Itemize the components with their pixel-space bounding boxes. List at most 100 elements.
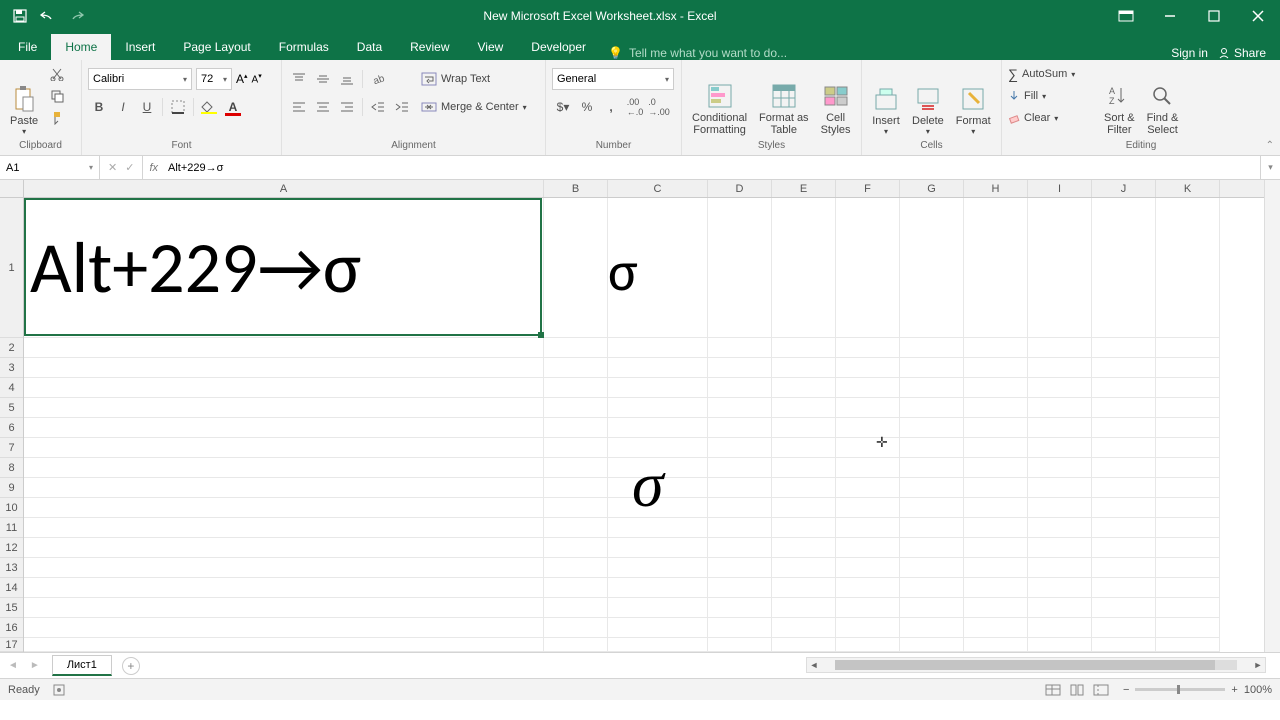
row-header-7[interactable]: 7 [0, 438, 23, 458]
cell-C1[interactable]: σ [608, 238, 638, 306]
font-name-combo[interactable]: Calibri▾ [88, 68, 192, 90]
insert-cells-button[interactable]: Insert▾ [868, 64, 904, 138]
autosum-button[interactable]: ∑AutoSum▾ [1008, 64, 1096, 84]
column-header-K[interactable]: K [1156, 180, 1220, 197]
sort-filter-button[interactable]: AZSort & Filter [1100, 64, 1139, 138]
orientation-button[interactable]: ab [367, 68, 389, 90]
decrease-decimal-button[interactable]: .0→.00 [648, 96, 670, 118]
formula-input[interactable]: Alt+229→σ [164, 156, 1260, 179]
column-header-G[interactable]: G [900, 180, 964, 197]
name-box[interactable]: A1▾ [0, 156, 100, 179]
tab-formulas[interactable]: Formulas [265, 34, 343, 60]
row-header-16[interactable]: 16 [0, 618, 23, 638]
row-header-4[interactable]: 4 [0, 378, 23, 398]
enter-icon[interactable]: ✓ [125, 161, 134, 174]
tab-developer[interactable]: Developer [517, 34, 600, 60]
row-header-10[interactable]: 10 [0, 498, 23, 518]
page-layout-view-icon[interactable] [1069, 684, 1085, 696]
tab-data[interactable]: Data [343, 34, 396, 60]
cell-C8[interactable]: σ [632, 448, 664, 522]
percent-button[interactable]: % [576, 96, 598, 118]
tab-file[interactable]: File [4, 34, 51, 60]
paste-button[interactable]: Paste▾ [6, 64, 42, 138]
tab-nav[interactable]: ◄► [8, 660, 40, 671]
row-header-3[interactable]: 3 [0, 358, 23, 378]
column-header-B[interactable]: B [544, 180, 608, 197]
currency-button[interactable]: $▾ [552, 96, 574, 118]
align-left-button[interactable] [288, 96, 310, 118]
decrease-indent-button[interactable] [367, 96, 389, 118]
column-header-D[interactable]: D [708, 180, 772, 197]
cell-styles-button[interactable]: Cell Styles [817, 64, 855, 138]
row-header-8[interactable]: 8 [0, 458, 23, 478]
ribbon-options-icon[interactable] [1104, 0, 1148, 32]
row-header-13[interactable]: 13 [0, 558, 23, 578]
macro-record-icon[interactable] [52, 683, 66, 697]
align-right-button[interactable] [336, 96, 358, 118]
sheet-tab-1[interactable]: Лист1 [52, 655, 112, 676]
vertical-scrollbar[interactable] [1264, 180, 1280, 652]
merge-center-button[interactable]: Merge & Center▾ [421, 96, 527, 118]
row-header-1[interactable]: 1 [0, 198, 23, 338]
fill-button[interactable]: Fill▾ [1008, 86, 1096, 106]
column-header-E[interactable]: E [772, 180, 836, 197]
format-as-table-button[interactable]: Format as Table [755, 64, 813, 138]
column-header-F[interactable]: F [836, 180, 900, 197]
row-header-9[interactable]: 9 [0, 478, 23, 498]
tab-home[interactable]: Home [51, 34, 111, 60]
zoom-out-button[interactable]: − [1123, 684, 1129, 696]
row-header-2[interactable]: 2 [0, 338, 23, 358]
wrap-text-button[interactable]: Wrap Text [421, 68, 527, 90]
row-headers[interactable]: 1234567891011121314151617 [0, 198, 24, 652]
zoom-in-button[interactable]: + [1231, 684, 1237, 696]
column-header-I[interactable]: I [1028, 180, 1092, 197]
page-break-view-icon[interactable] [1093, 684, 1109, 696]
find-select-button[interactable]: Find & Select [1143, 64, 1183, 138]
font-color-button[interactable]: A [222, 96, 244, 118]
redo-icon[interactable] [64, 5, 88, 27]
bold-button[interactable]: B [88, 96, 110, 118]
column-header-A[interactable]: A [24, 180, 544, 197]
tab-view[interactable]: View [464, 34, 518, 60]
conditional-formatting-button[interactable]: Conditional Formatting [688, 64, 751, 138]
add-sheet-button[interactable]: + [122, 657, 140, 675]
zoom-level[interactable]: 100% [1244, 684, 1272, 696]
row-header-11[interactable]: 11 [0, 518, 23, 538]
delete-cells-button[interactable]: Delete▾ [908, 64, 948, 138]
horizontal-scrollbar[interactable]: ◄► [806, 657, 1266, 673]
increase-font-button[interactable]: A▴ [236, 72, 248, 86]
column-header-H[interactable]: H [964, 180, 1028, 197]
signin-link[interactable]: Sign in [1171, 46, 1208, 60]
format-painter-button[interactable] [46, 108, 68, 128]
column-header-C[interactable]: C [608, 180, 708, 197]
expand-formula-bar-icon[interactable]: ▾ [1260, 156, 1280, 179]
select-all-corner[interactable] [0, 180, 24, 198]
fill-color-button[interactable] [198, 96, 220, 118]
undo-icon[interactable] [36, 5, 60, 27]
minimize-button[interactable] [1148, 0, 1192, 32]
italic-button[interactable]: I [112, 96, 134, 118]
cell-grid[interactable]: Alt+229→σ σ σ ✛ [24, 198, 1264, 652]
increase-indent-button[interactable] [391, 96, 413, 118]
align-center-button[interactable] [312, 96, 334, 118]
align-top-button[interactable] [288, 68, 310, 90]
row-header-12[interactable]: 12 [0, 538, 23, 558]
cancel-icon[interactable]: ✕ [108, 161, 117, 174]
clear-button[interactable]: Clear▾ [1008, 108, 1096, 128]
share-button[interactable]: Share [1218, 46, 1266, 60]
align-bottom-button[interactable] [336, 68, 358, 90]
tab-page-layout[interactable]: Page Layout [169, 34, 264, 60]
row-header-17[interactable]: 17 [0, 638, 23, 652]
save-icon[interactable] [8, 5, 32, 27]
row-header-5[interactable]: 5 [0, 398, 23, 418]
maximize-button[interactable] [1192, 0, 1236, 32]
border-button[interactable] [167, 96, 189, 118]
row-header-15[interactable]: 15 [0, 598, 23, 618]
number-format-combo[interactable]: General▾ [552, 68, 674, 90]
row-header-6[interactable]: 6 [0, 418, 23, 438]
decrease-font-button[interactable]: A▾ [252, 72, 262, 85]
column-headers[interactable]: ABCDEFGHIJK [24, 180, 1264, 198]
column-header-J[interactable]: J [1092, 180, 1156, 197]
font-size-combo[interactable]: 72▾ [196, 68, 232, 90]
underline-button[interactable]: U [136, 96, 158, 118]
